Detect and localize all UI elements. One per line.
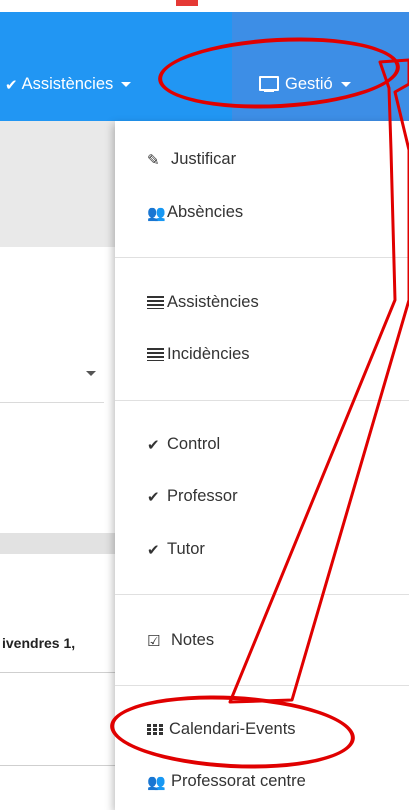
annotation-arrow [228,58,409,704]
